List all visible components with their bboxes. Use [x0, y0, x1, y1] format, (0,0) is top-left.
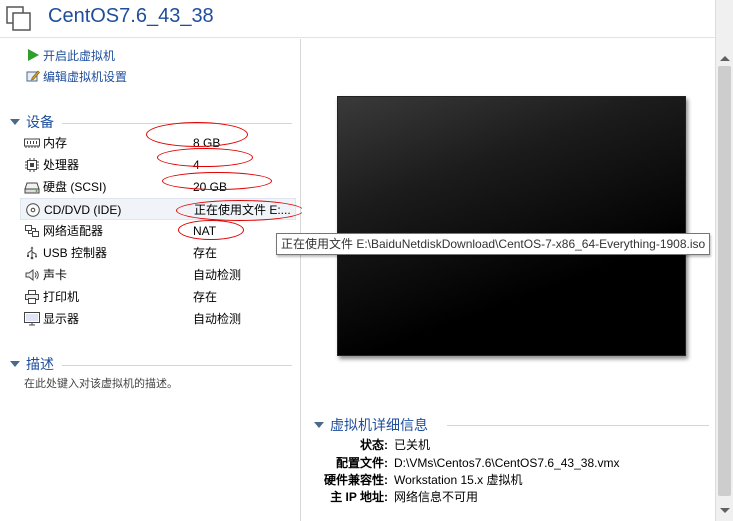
detail-row-primary-ip: 主 IP 地址: 网络信息不可用: [302, 489, 715, 505]
description-placeholder[interactable]: 在此处键入对该虚拟机的描述。: [24, 375, 178, 391]
cpu-icon: [25, 158, 39, 172]
device-name: 处理器: [43, 158, 80, 172]
power-on-vm-link[interactable]: 开启此虚拟机: [26, 47, 115, 65]
device-value: 存在: [193, 246, 218, 260]
device-name: 内存: [43, 136, 68, 150]
memory-icon: [24, 138, 40, 148]
scroll-up-arrow-icon[interactable]: [720, 56, 730, 61]
devices-section-header[interactable]: 设备: [10, 112, 54, 132]
section-divider: [447, 425, 709, 426]
right-panel: 虚拟机详细信息 状态: 已关机 配置文件: D:\VMs\Centos7.6\C…: [302, 39, 715, 521]
device-value: 8 GB: [193, 136, 221, 150]
scrollbar-thumb[interactable]: [718, 66, 731, 496]
device-name: 声卡: [43, 268, 68, 282]
virtual-machine-icon: [6, 6, 31, 31]
device-name: CD/DVD (IDE): [44, 203, 122, 217]
left-panel: 开启此虚拟机 编辑虚拟机设置 设备 内存 8 GB 处理器 4 硬盘 (SCSI…: [0, 39, 301, 521]
usb-icon: [27, 246, 37, 260]
device-name: 网络适配器: [43, 224, 104, 238]
edit-vm-settings-link[interactable]: 编辑虚拟机设置: [26, 68, 127, 86]
edit-settings-icon: [26, 70, 40, 82]
device-row-hard-disk[interactable]: 硬盘 (SCSI) 20 GB: [20, 176, 296, 198]
sound-card-icon: [25, 269, 39, 281]
device-row-cd-dvd[interactable]: CD/DVD (IDE) 正在使用文件 E:...: [20, 198, 296, 220]
device-value: 正在使用文件 E:...: [194, 203, 291, 217]
device-name: 显示器: [43, 312, 80, 326]
device-row-processor[interactable]: 处理器 4: [20, 154, 296, 176]
network-adapter-icon: [25, 225, 39, 237]
detail-key: 配置文件:: [336, 456, 388, 470]
detail-value: 网络信息不可用: [394, 490, 479, 504]
vm-screen-preview[interactable]: [337, 96, 686, 356]
collapse-triangle-icon: [314, 422, 324, 428]
device-value: 4: [193, 158, 200, 172]
detail-value: Workstation 15.x 虚拟机: [394, 473, 523, 487]
description-section-header[interactable]: 描述: [10, 354, 54, 374]
device-row-sound-card[interactable]: 声卡 自动检测: [20, 264, 296, 286]
hard-disk-icon: [24, 182, 40, 194]
cd-dvd-icon: [26, 203, 40, 217]
cd-dvd-path-tooltip: 正在使用文件 E:\BaiduNetdiskDownload\CentOS-7-…: [276, 233, 711, 255]
detail-value: D:\VMs\Centos7.6\CentOS7.6_43_38.vmx: [394, 456, 620, 470]
device-name: 硬盘 (SCSI): [43, 180, 107, 194]
detail-value: 已关机: [394, 438, 431, 452]
power-on-label: 开启此虚拟机: [43, 49, 116, 63]
section-divider: [62, 123, 292, 124]
collapse-triangle-icon: [10, 361, 20, 367]
collapse-triangle-icon: [10, 119, 20, 125]
device-name: 打印机: [43, 290, 80, 304]
device-row-memory[interactable]: 内存 8 GB: [20, 132, 296, 154]
detail-key: 硬件兼容性:: [324, 473, 388, 487]
device-value: 存在: [193, 290, 218, 304]
device-value: 自动检测: [193, 268, 242, 282]
detail-key: 主 IP 地址:: [330, 490, 388, 504]
device-row-display[interactable]: 显示器 自动检测: [20, 308, 296, 330]
vertical-scrollbar[interactable]: [715, 0, 733, 521]
vm-title: CentOS7.6_43_38: [48, 5, 214, 27]
play-icon: [28, 49, 39, 61]
detail-row-status: 状态: 已关机: [302, 437, 715, 453]
edit-settings-label: 编辑虚拟机设置: [43, 70, 128, 84]
scroll-down-arrow-icon[interactable]: [720, 508, 730, 513]
detail-row-hardware-compat: 硬件兼容性: Workstation 15.x 虚拟机: [302, 472, 715, 488]
device-value: 自动检测: [193, 312, 242, 326]
device-row-network-adapter[interactable]: 网络适配器 NAT: [20, 220, 296, 242]
detail-row-config-file: 配置文件: D:\VMs\Centos7.6\CentOS7.6_43_38.v…: [302, 455, 715, 471]
device-value: NAT: [193, 224, 217, 238]
title-bar: CentOS7.6_43_38: [0, 0, 733, 38]
device-row-printer[interactable]: 打印机 存在: [20, 286, 296, 308]
section-divider: [62, 365, 292, 366]
printer-icon: [25, 290, 39, 304]
device-value: 20 GB: [193, 180, 228, 194]
device-name: USB 控制器: [43, 246, 108, 260]
vm-details-section-header[interactable]: 虚拟机详细信息: [314, 416, 428, 434]
detail-key: 状态:: [360, 438, 388, 452]
device-row-usb-controller[interactable]: USB 控制器 存在: [20, 242, 296, 264]
display-icon: [24, 312, 40, 326]
